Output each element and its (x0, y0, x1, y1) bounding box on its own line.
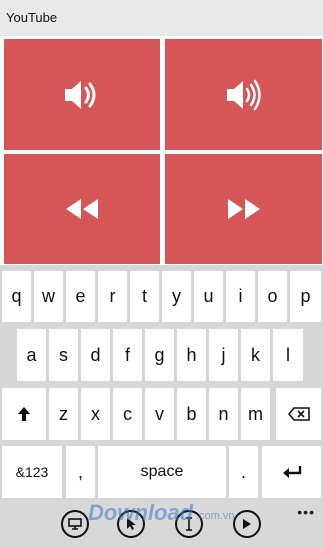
key-w[interactable]: w (34, 271, 63, 322)
key-m[interactable]: m (241, 388, 270, 440)
enter-key[interactable] (262, 446, 321, 498)
key-b[interactable]: b (177, 388, 206, 440)
key-z[interactable]: z (49, 388, 78, 440)
play-icon (243, 519, 251, 529)
display-icon (68, 518, 82, 530)
more-options-button[interactable]: ••• (297, 504, 315, 520)
period-key[interactable]: . (229, 446, 258, 498)
enter-icon (282, 466, 301, 478)
play-button[interactable] (233, 510, 261, 538)
fast-forward-button[interactable] (165, 154, 322, 264)
key-y[interactable]: y (162, 271, 191, 322)
key-l[interactable]: l (273, 329, 303, 381)
key-e[interactable]: e (66, 271, 95, 322)
speaker-high-icon (226, 79, 261, 110)
key-h[interactable]: h (177, 329, 206, 381)
watermark-domain: .com.vn (196, 510, 235, 522)
key-s[interactable]: s (49, 329, 78, 381)
rewind-icon (66, 199, 98, 219)
key-j[interactable]: j (209, 329, 238, 381)
key-g[interactable]: g (145, 329, 174, 381)
key-v[interactable]: v (145, 388, 174, 440)
key-k[interactable]: k (241, 329, 270, 381)
backspace-icon (287, 407, 310, 421)
key-x[interactable]: x (81, 388, 110, 440)
watermark-logo: Download (88, 500, 194, 525)
key-c[interactable]: c (113, 388, 142, 440)
symbols-key[interactable]: &123 (2, 446, 62, 498)
key-r[interactable]: r (98, 271, 127, 322)
volume-up-button[interactable] (165, 39, 322, 150)
title-bar: YouTube (0, 0, 323, 36)
comma-key[interactable]: , (66, 446, 95, 498)
key-u[interactable]: u (194, 271, 223, 322)
on-screen-keyboard: q w e r t y u i o p a s d f g h j k l z … (0, 265, 323, 502)
rewind-button[interactable] (4, 154, 160, 264)
app-title: YouTube (6, 10, 58, 25)
key-f[interactable]: f (113, 329, 142, 381)
speaker-low-icon (65, 80, 96, 109)
key-t[interactable]: t (130, 271, 159, 322)
key-a[interactable]: a (17, 329, 46, 381)
display-button[interactable] (61, 510, 89, 538)
key-q[interactable]: q (2, 271, 31, 322)
backspace-key[interactable] (276, 388, 321, 440)
key-d[interactable]: d (81, 329, 110, 381)
key-i[interactable]: i (226, 271, 255, 322)
key-o[interactable]: o (258, 271, 287, 322)
space-key[interactable]: space (98, 446, 226, 498)
shift-key[interactable] (2, 388, 46, 440)
fast-forward-icon (227, 199, 260, 219)
key-n[interactable]: n (209, 388, 238, 440)
volume-down-button[interactable] (4, 39, 160, 150)
shift-arrow-icon (18, 407, 30, 421)
key-p[interactable]: p (290, 271, 321, 322)
